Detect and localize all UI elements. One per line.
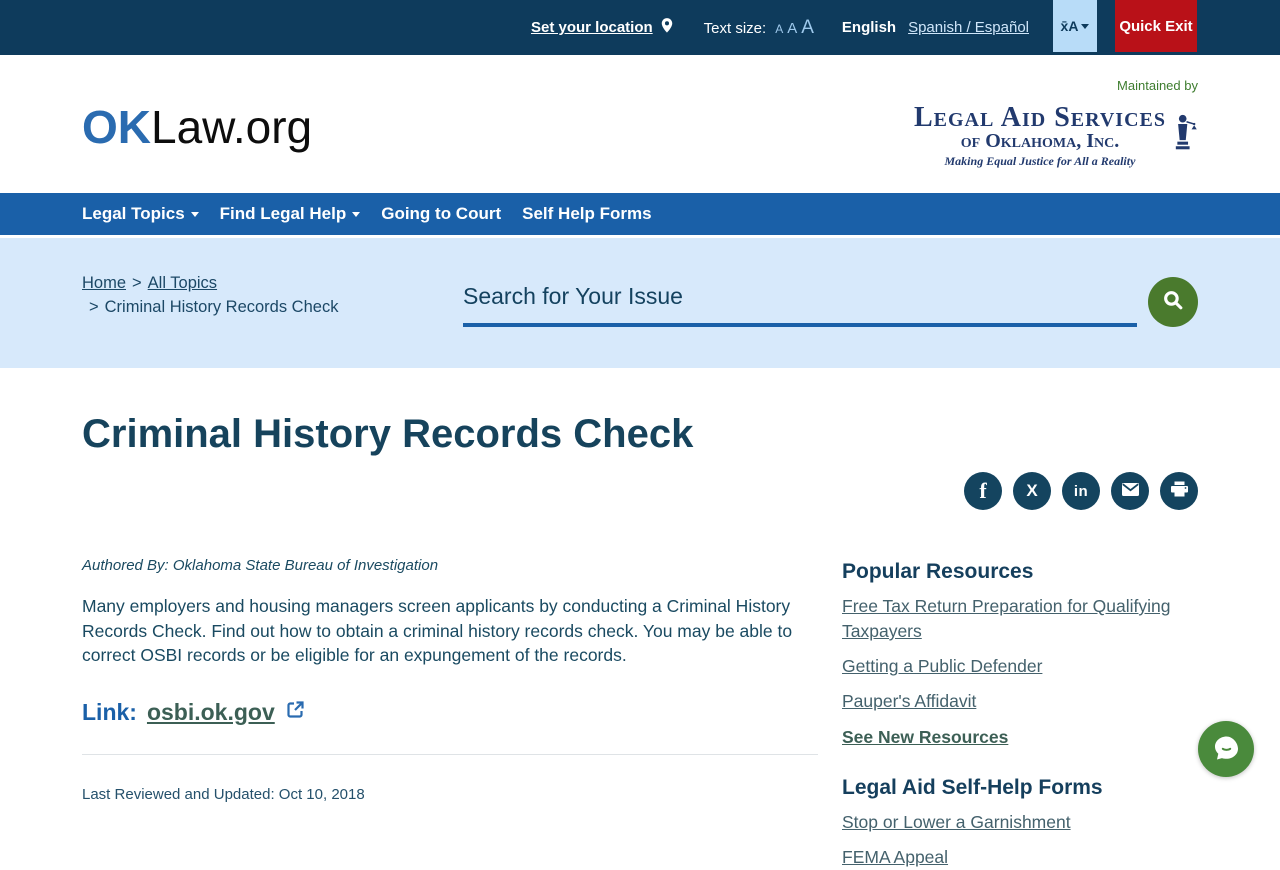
article-byline: Authored By: Oklahoma State Bureau of In… [82, 557, 439, 574]
legal-aid-tagline: Making Equal Justice for All a Reality [944, 153, 1136, 168]
text-size-large-button[interactable]: A [801, 17, 814, 39]
location-pin-icon [660, 17, 674, 39]
legal-aid-logo[interactable]: Legal Aid Services of Oklahoma, Inc. Mak… [913, 101, 1198, 169]
breadcrumb-all-topics-link[interactable]: All Topics [148, 274, 217, 292]
article-column: Criminal History Records Check Authored … [82, 368, 822, 803]
sidebar-link-fema-appeal[interactable]: FEMA Appeal [842, 845, 1198, 870]
osbi-link[interactable]: osbi.ok.gov [147, 699, 275, 726]
article-body: Many employers and housing managers scre… [82, 596, 793, 665]
maintained-by-label: Maintained by [1117, 77, 1198, 93]
facebook-icon [979, 478, 986, 504]
share-toolbar [842, 472, 1198, 510]
legal-aid-name-line2: of Oklahoma, Inc. [960, 129, 1120, 152]
translate-icon: x̄A [1060, 18, 1079, 34]
popular-resources-title: Popular Resources [842, 560, 1034, 583]
nav-find-legal-help[interactable]: Find Legal Help [220, 204, 361, 224]
see-new-resources-link[interactable]: See New Resources [842, 727, 1198, 748]
logo-laworg-text: Law.org [151, 101, 313, 153]
text-size-control: Text size: A A A [704, 17, 814, 39]
justice-figure-icon [1172, 109, 1198, 164]
breadcrumb: Home > All Topics > Criminal History Record… [82, 271, 338, 368]
chat-widget-button[interactable] [1198, 721, 1254, 777]
sidebar-link-garnishment[interactable]: Stop or Lower a Garnishment [842, 810, 1198, 835]
breadcrumb-line2: > Criminal History Records Check [82, 295, 338, 319]
set-location-link[interactable]: Set your location [531, 17, 674, 39]
external-link-icon [285, 699, 306, 725]
link-label: Link: [82, 698, 137, 725]
breadcrumb-separator: > [89, 298, 99, 316]
text-size-label: Text size: [703, 19, 767, 37]
breadcrumb-current: Criminal History Records Check [104, 298, 339, 316]
chevron-down-icon [190, 211, 199, 221]
sidebar-link-public-defender[interactable]: Getting a Public Defender [842, 654, 1198, 679]
set-location-label: Set your location [530, 19, 653, 36]
utility-bar: Set your location Text size: A A A Engli… [0, 0, 1280, 55]
sidebar-link-free-tax[interactable]: Free Tax Return Preparation for Qualifyi… [842, 594, 1198, 644]
text-size-small-button[interactable]: A [775, 22, 783, 36]
breadcrumb-home-link[interactable]: Home [82, 274, 126, 292]
language-spanish-link[interactable]: Spanish / Español [908, 19, 1029, 36]
linkedin-icon [1074, 483, 1088, 500]
search-button[interactable] [1148, 277, 1198, 327]
nav-going-to-court[interactable]: Going to Court [381, 204, 501, 224]
resource-link-row: Link: osbi.ok.gov [82, 699, 822, 726]
main-content: Criminal History Records Check Authored … [0, 368, 1280, 870]
nav-self-help-forms-label: Self Help Forms [522, 204, 652, 223]
search-icon [1162, 289, 1185, 315]
site-header: OKLaw.org Maintained by Legal Aid Servic… [0, 55, 1280, 193]
share-facebook-button[interactable] [964, 472, 1002, 510]
share-print-button[interactable] [1160, 472, 1198, 510]
self-help-forms-title: Legal Aid Self-Help Forms [842, 776, 1103, 799]
site-logo[interactable]: OKLaw.org [82, 100, 312, 154]
print-icon [1170, 481, 1189, 501]
legal-aid-name-line1: Legal Aid Services [913, 101, 1166, 133]
page-title: Criminal History Records Check [82, 412, 694, 456]
nav-legal-topics[interactable]: Legal Topics [82, 204, 199, 224]
text-size-medium-button[interactable]: A [787, 20, 797, 37]
search-input[interactable] [463, 277, 1137, 327]
maintainer-block: Maintained by Legal Aid Services of Okla… [914, 78, 1198, 169]
logo-ok-text: OK [82, 101, 151, 153]
main-nav: Legal Topics Find Legal Help Going to Co… [0, 193, 1280, 235]
share-email-button[interactable] [1111, 472, 1149, 510]
x-twitter-icon [1026, 481, 1037, 501]
nav-self-help-forms[interactable]: Self Help Forms [522, 204, 651, 224]
divider [82, 753, 818, 755]
chevron-down-icon [352, 211, 361, 221]
hero-section: Home > All Topics > Criminal History Record… [0, 238, 1280, 368]
email-icon [1121, 482, 1140, 500]
legal-aid-logo-text: Legal Aid Services of Oklahoma, Inc. Mak… [913, 101, 1166, 169]
nav-legal-topics-label: Legal Topics [82, 204, 185, 223]
language-current-label: English [841, 19, 897, 36]
chevron-down-icon [1081, 24, 1090, 33]
translate-button[interactable]: x̄A [1053, 0, 1097, 52]
nav-going-to-court-label: Going to Court [381, 204, 502, 223]
breadcrumb-separator: > [132, 274, 142, 292]
quick-exit-button[interactable]: Quick Exit [1115, 0, 1197, 52]
share-linkedin-button[interactable] [1062, 472, 1100, 510]
search-bar [463, 277, 1198, 368]
sidebar-column: Popular Resources Free Tax Return Prepar… [842, 368, 1198, 870]
share-x-twitter-button[interactable] [1013, 472, 1051, 510]
nav-find-legal-help-label: Find Legal Help [219, 204, 347, 223]
breadcrumb-line1: Home > All Topics [82, 271, 338, 295]
sidebar-link-paupers-affidavit[interactable]: Pauper's Affidavit [842, 689, 1198, 714]
chat-bubble-icon [1211, 733, 1242, 766]
